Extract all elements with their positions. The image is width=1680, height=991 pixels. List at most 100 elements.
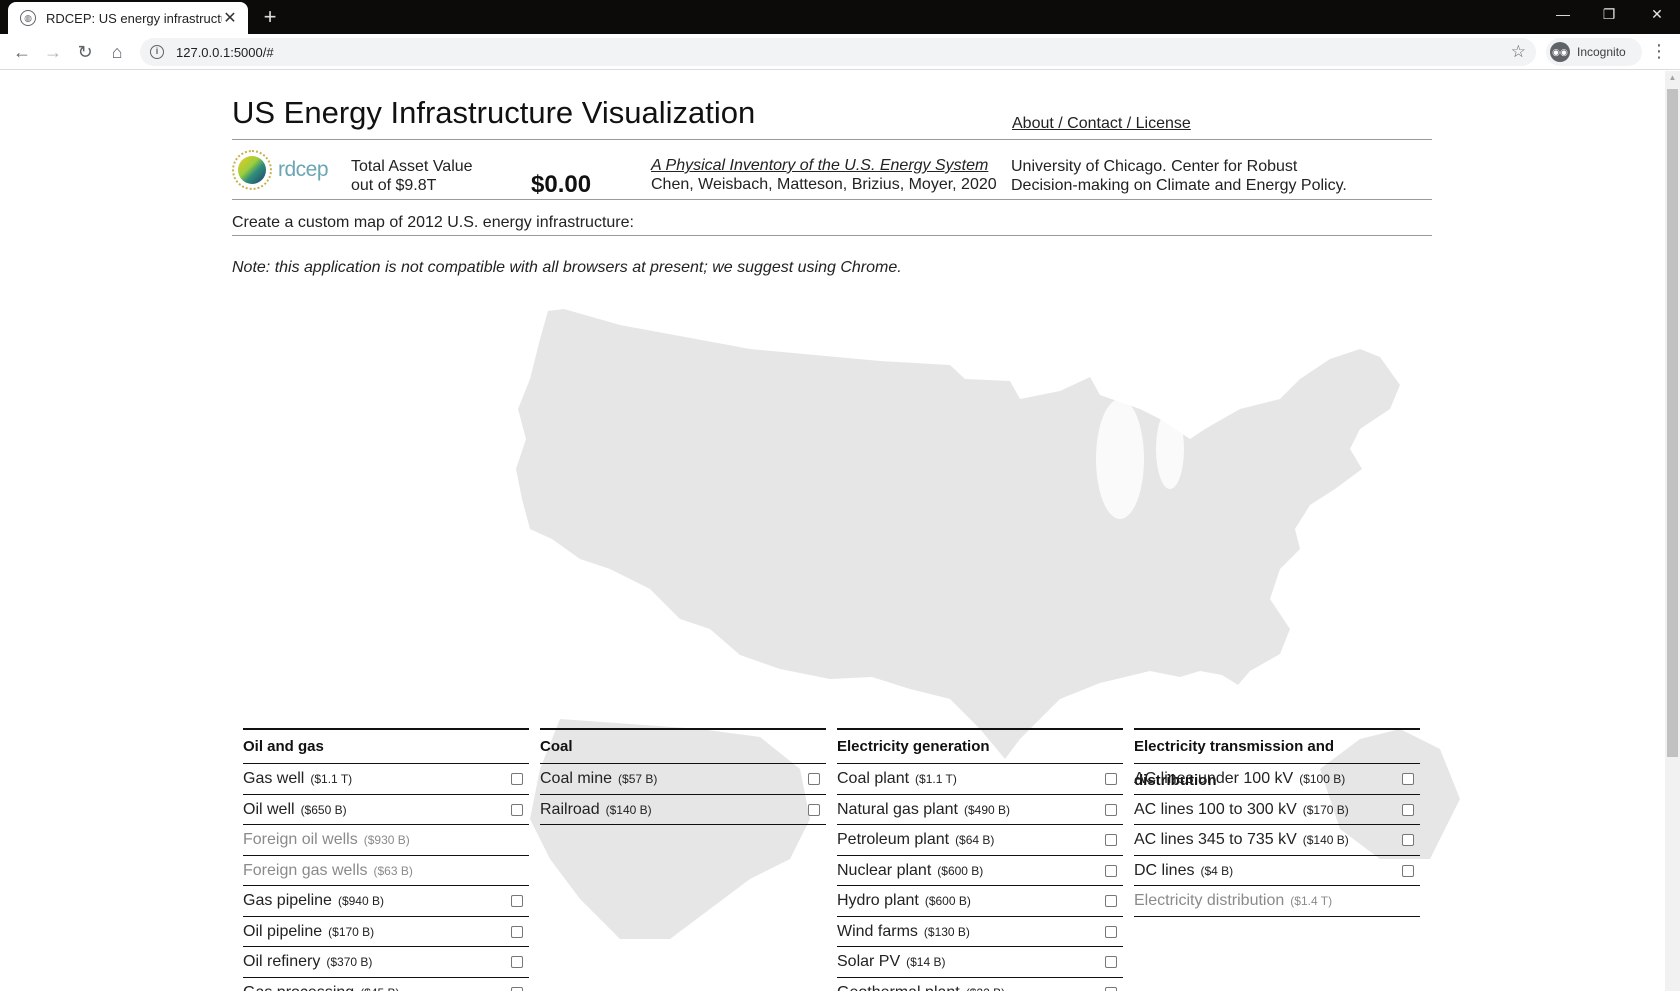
layer-label: Gas processing (243, 984, 354, 991)
layer-checkbox[interactable] (1402, 803, 1414, 816)
layer-row[interactable]: Hydro plant ($600 B) (837, 886, 1123, 917)
layer-row[interactable]: Geothermal plant ($22 B) (837, 978, 1123, 991)
new-tab-button[interactable]: + (258, 4, 282, 30)
layer-checkbox[interactable] (808, 773, 820, 785)
layer-label: Gas well (243, 770, 305, 787)
panel-title: Electricity generation (837, 728, 1123, 764)
layer-checkbox[interactable] (808, 803, 820, 816)
layer-checkbox[interactable] (511, 956, 523, 968)
layer-row[interactable]: Wind farms ($130 B) (837, 917, 1123, 947)
layer-label: Hydro plant (837, 892, 919, 909)
layer-checkbox[interactable] (1105, 773, 1117, 785)
layer-checkbox[interactable] (1105, 956, 1117, 968)
layer-row[interactable]: Gas well ($1.1 T) (243, 764, 529, 795)
vertical-scrollbar[interactable]: ▲ (1665, 71, 1680, 991)
page-content: US Energy Infrastructure Visualization A… (0, 71, 1665, 991)
about-link[interactable]: About / Contact / License (1012, 115, 1191, 133)
layer-checkbox[interactable] (1105, 986, 1117, 991)
browser-titlebar: ◍ RDCEP: US energy infrastructure ✕ + — … (0, 0, 1680, 34)
menu-icon[interactable]: ⋮ (1650, 42, 1668, 60)
window-close-icon[interactable]: ✕ (1634, 0, 1680, 30)
reload-icon[interactable]: ↻ (73, 40, 97, 64)
layer-checkbox[interactable] (511, 803, 523, 816)
layer-label: Petroleum plant (837, 831, 950, 848)
scroll-up-arrow[interactable]: ▲ (1665, 73, 1680, 85)
layer-label: Oil pipeline (243, 922, 323, 940)
layer-row[interactable]: AC lines 345 to 735 kV ($140 B) (1134, 825, 1420, 856)
layer-checkbox[interactable] (1105, 803, 1117, 816)
paper-link[interactable]: A Physical Inventory of the U.S. Energy … (651, 157, 988, 175)
url-text[interactable]: 127.0.0.1:5000/# (176, 45, 274, 60)
layer-row[interactable]: Gas pipeline ($940 B) (243, 886, 529, 917)
layer-cost: ($140 B) (605, 802, 652, 817)
layer-cost: ($14 B) (906, 955, 946, 969)
info-icon[interactable]: i (150, 45, 164, 59)
layer-cost: ($64 B) (955, 833, 995, 847)
layer-checkbox[interactable] (511, 986, 523, 991)
layer-checkbox[interactable] (1105, 895, 1117, 907)
incognito-badge[interactable]: ◉◉ Incognito (1546, 38, 1642, 66)
header-divider (232, 139, 1432, 140)
layer-checkbox[interactable] (511, 895, 523, 907)
layer-checkbox[interactable] (1105, 864, 1117, 877)
layer-row[interactable]: Gas processing ($45 B) (243, 978, 529, 991)
layer-row[interactable]: Oil refinery ($370 B) (243, 947, 529, 978)
total-asset-label: Total Asset Value out of $9.8T (351, 158, 473, 194)
layer-row[interactable]: Railroad ($140 B) (540, 795, 826, 825)
layer-row[interactable]: Oil well ($650 B) (243, 795, 529, 825)
layer-cost: ($45 B) (360, 986, 399, 991)
panel-electricity-generation: Electricity generation Coal plant ($1.1 T… (837, 728, 1123, 991)
minimize-icon[interactable]: — (1540, 0, 1586, 30)
layer-checkbox[interactable] (1402, 773, 1414, 785)
layer-checkbox[interactable] (1402, 834, 1414, 846)
browser-note: Note: this application is not compatible… (232, 259, 902, 276)
restore-icon[interactable]: ❐ (1586, 0, 1632, 30)
subtitle: Create a custom map of 2012 U.S. energy … (232, 214, 634, 231)
layer-cost: ($1.1 T) (310, 772, 353, 786)
subtitle-divider (232, 235, 1432, 236)
layer-row[interactable]: Solar PV ($14 B) (837, 947, 1123, 978)
close-tab-icon[interactable]: ✕ (222, 8, 238, 28)
scrollbar-thumb[interactable] (1667, 89, 1678, 757)
browser-tab[interactable]: ◍ RDCEP: US energy infrastructure ✕ (8, 2, 248, 34)
layer-row[interactable]: AC lines 100 to 300 kV ($170 B) (1134, 795, 1420, 825)
layer-label: Oil well (243, 800, 295, 818)
star-icon[interactable]: ☆ (1511, 42, 1526, 62)
layer-row[interactable]: Coal plant ($1.1 T) (837, 764, 1123, 795)
layer-row[interactable]: AC lines under 100 kV ($100 B) (1134, 764, 1420, 795)
layer-label: Geothermal plant (837, 984, 960, 991)
back-icon[interactable]: ← (10, 40, 34, 64)
layer-checkbox[interactable] (511, 773, 523, 785)
layer-row[interactable]: Coal mine ($57 B) (540, 764, 826, 795)
layer-label: Foreign gas wells (243, 861, 368, 879)
layer-row[interactable]: DC lines ($4 B) (1134, 856, 1420, 886)
layer-row: Electricity distribution ($1.4 T) (1134, 886, 1420, 917)
layer-cost: ($100 B) (1299, 772, 1346, 786)
layer-cost: ($130 B) (923, 924, 970, 939)
browser-toolbar: ← → ↻ ⌂ i 127.0.0.1:5000/# ☆ ◉◉ Incognit… (0, 34, 1680, 70)
layer-row[interactable]: Oil pipeline ($170 B) (243, 917, 529, 947)
layer-label: Nuclear plant (837, 861, 932, 879)
panel-oil-and-gas: Oil and gas Gas well ($1.1 T) Oil well ($65… (243, 728, 529, 991)
layer-row[interactable]: Natural gas plant ($490 B) (837, 795, 1123, 825)
layer-cost: ($1.1 T) (915, 772, 957, 786)
layer-row[interactable]: Petroleum plant ($64 B) (837, 825, 1123, 856)
globe-icon: ◍ (20, 10, 36, 26)
layer-row: Foreign oil wells ($930 B) (243, 825, 529, 856)
layer-row[interactable]: Nuclear plant ($600 B) (837, 856, 1123, 886)
layer-checkbox[interactable] (511, 925, 523, 938)
layer-label: AC lines 345 to 735 kV (1134, 831, 1297, 848)
layer-checkbox[interactable] (1105, 925, 1117, 938)
forward-icon[interactable]: → (41, 40, 65, 64)
layer-cost: ($170 B) (1302, 802, 1349, 817)
layer-checkbox[interactable] (1402, 864, 1414, 877)
incognito-label: Incognito (1577, 45, 1626, 59)
address-bar[interactable]: i 127.0.0.1:5000/# ☆ (140, 38, 1536, 66)
layer-label: AC lines under 100 kV (1134, 770, 1294, 787)
home-icon[interactable]: ⌂ (105, 40, 129, 64)
layer-checkbox[interactable] (1105, 834, 1117, 846)
panel-title: Coal (540, 728, 826, 764)
tab-title: RDCEP: US energy infrastructure (46, 10, 222, 26)
layer-cost: ($4 B) (1200, 863, 1234, 878)
layer-label: Wind farms (837, 922, 918, 940)
